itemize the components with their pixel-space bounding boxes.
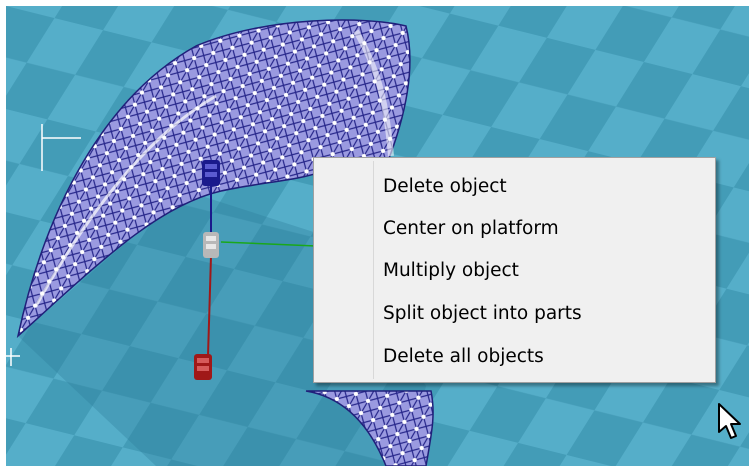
menu-item-split-into-parts[interactable]: Split object into parts xyxy=(316,293,713,333)
menu-item-multiply-object[interactable]: Multiply object xyxy=(316,250,713,290)
menu-item-delete-all-objects[interactable]: Delete all objects xyxy=(316,336,713,376)
rotate-handle-icon[interactable] xyxy=(194,354,212,380)
context-menu: Delete object Center on platform Multipl… xyxy=(313,157,716,383)
menu-item-center-on-platform[interactable]: Center on platform xyxy=(316,208,713,248)
scale-handle-icon[interactable] xyxy=(202,160,220,186)
move-handle-icon[interactable] xyxy=(203,232,219,258)
arrow-cursor-icon xyxy=(718,403,741,439)
menu-item-delete-object[interactable]: Delete object xyxy=(316,166,713,206)
